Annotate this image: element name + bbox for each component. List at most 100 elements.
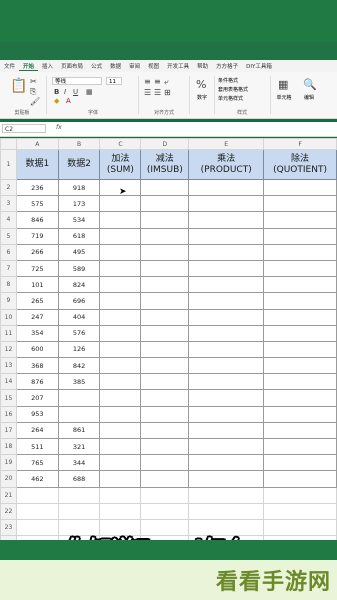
align-top-icon[interactable]: ≡	[144, 77, 151, 86]
table-cell[interactable]	[57, 486, 101, 504]
table-cell[interactable]	[263, 373, 337, 391]
table-cell[interactable]: 354	[15, 324, 59, 342]
table-cell[interactable]	[99, 259, 142, 278]
column-header[interactable]: A	[15, 138, 59, 150]
table-cell[interactable]	[188, 324, 265, 342]
row-header[interactable]: 5	[0, 227, 17, 245]
table-cell[interactable]	[140, 308, 190, 326]
table-cell[interactable]: 247	[15, 308, 59, 326]
row-header[interactable]: 16	[0, 405, 17, 423]
menu-item[interactable]: 公式	[87, 62, 106, 70]
table-cell[interactable]	[99, 308, 142, 326]
table-cell[interactable]	[140, 405, 190, 423]
table-cell[interactable]	[188, 454, 265, 472]
bold-icon[interactable]: B	[54, 88, 59, 96]
table-cell[interactable]	[263, 454, 337, 472]
table-cell[interactable]	[263, 502, 337, 520]
table-cell[interactable]: 173	[57, 195, 101, 213]
table-cell[interactable]	[263, 178, 337, 197]
table-cell[interactable]	[188, 178, 265, 197]
table-cell[interactable]	[57, 405, 101, 423]
table-cell[interactable]	[263, 324, 337, 342]
row-header[interactable]: 3	[0, 195, 17, 213]
table-cell[interactable]: 618	[57, 227, 101, 245]
number-format-label[interactable]: 数字	[191, 94, 213, 101]
table-cell[interactable]	[140, 437, 190, 456]
table-cell[interactable]: 321	[57, 437, 101, 456]
menu-item[interactable]: 插入	[38, 62, 57, 70]
table-cell[interactable]	[263, 195, 337, 213]
table-cell[interactable]	[99, 470, 142, 488]
table-cell[interactable]	[263, 211, 337, 229]
table-cell[interactable]	[140, 502, 190, 520]
table-cell[interactable]: 265	[15, 292, 59, 310]
table-header-cell[interactable]: 数据1	[15, 149, 59, 180]
table-cell[interactable]	[99, 373, 142, 391]
table-cell[interactable]	[99, 276, 142, 294]
font-color-icon[interactable]: A	[66, 97, 71, 105]
table-cell[interactable]	[188, 292, 265, 310]
table-cell[interactable]: 344	[57, 454, 101, 472]
table-cell[interactable]: 842	[57, 357, 101, 375]
italic-icon[interactable]: I	[64, 88, 66, 96]
table-cell[interactable]	[188, 470, 265, 488]
table-cell[interactable]: 368	[15, 357, 59, 375]
table-cell[interactable]	[140, 276, 190, 294]
row-header[interactable]: 23	[0, 518, 17, 537]
table-cell[interactable]	[99, 389, 142, 407]
table-cell[interactable]: 953	[15, 405, 59, 423]
table-cell[interactable]	[188, 195, 265, 213]
font-size-select[interactable]: 11	[106, 77, 122, 85]
table-cell[interactable]	[188, 276, 265, 294]
row-header[interactable]: 1	[0, 149, 17, 180]
align-left-icon[interactable]: ☰	[144, 88, 151, 97]
row-header[interactable]: 2	[0, 178, 17, 197]
table-cell[interactable]	[15, 486, 59, 504]
menu-item[interactable]: 页面布局	[57, 62, 87, 70]
table-cell[interactable]: 495	[57, 243, 101, 261]
table-cell[interactable]	[15, 518, 59, 537]
table-header-cell[interactable]: 除法 (QUOTIENT)	[263, 149, 337, 180]
row-header[interactable]: 22	[0, 502, 17, 520]
table-cell[interactable]	[140, 243, 190, 261]
row-header[interactable]: 7	[0, 259, 17, 278]
table-cell[interactable]	[99, 227, 142, 245]
table-cell[interactable]	[140, 178, 190, 197]
table-cell[interactable]	[188, 308, 265, 326]
row-header[interactable]: 20	[0, 470, 17, 488]
edit-label[interactable]: 编辑	[298, 94, 320, 101]
table-cell[interactable]	[263, 470, 337, 488]
table-cell[interactable]	[263, 308, 337, 326]
table-cell[interactable]: 824	[57, 276, 101, 294]
row-header[interactable]: 11	[0, 324, 17, 342]
table-cell[interactable]	[188, 373, 265, 391]
menu-item[interactable]: 视图	[144, 62, 163, 70]
table-cell[interactable]: 101	[15, 276, 59, 294]
paste-icon[interactable]: 📋	[10, 78, 27, 94]
menu-item[interactable]: 开始	[19, 62, 39, 71]
table-cell[interactable]	[99, 486, 142, 504]
wrap-text-icon[interactable]: ⤶	[164, 77, 168, 87]
table-cell[interactable]: 688	[57, 470, 101, 488]
row-header[interactable]: 12	[0, 340, 17, 359]
row-header[interactable]: 4	[0, 211, 17, 229]
column-header[interactable]: C	[99, 138, 142, 150]
table-cell[interactable]	[140, 470, 190, 488]
table-cell[interactable]	[57, 389, 101, 407]
table-cell[interactable]	[140, 357, 190, 375]
table-cell[interactable]	[263, 340, 337, 359]
table-cell[interactable]: 576	[57, 324, 101, 342]
table-cell[interactable]	[188, 357, 265, 375]
table-cell[interactable]: 266	[15, 243, 59, 261]
table-cell[interactable]	[188, 502, 265, 520]
table-cell[interactable]	[188, 227, 265, 245]
table-cell[interactable]	[263, 421, 337, 440]
table-cell[interactable]	[188, 421, 265, 440]
table-cell[interactable]	[263, 292, 337, 310]
table-cell[interactable]: 404	[57, 308, 101, 326]
table-cell[interactable]	[15, 502, 59, 520]
table-cell[interactable]: 876	[15, 373, 59, 391]
table-cell[interactable]: 861	[57, 421, 101, 440]
menu-item[interactable]: 审阅	[125, 62, 144, 70]
row-header[interactable]: 14	[0, 373, 17, 391]
